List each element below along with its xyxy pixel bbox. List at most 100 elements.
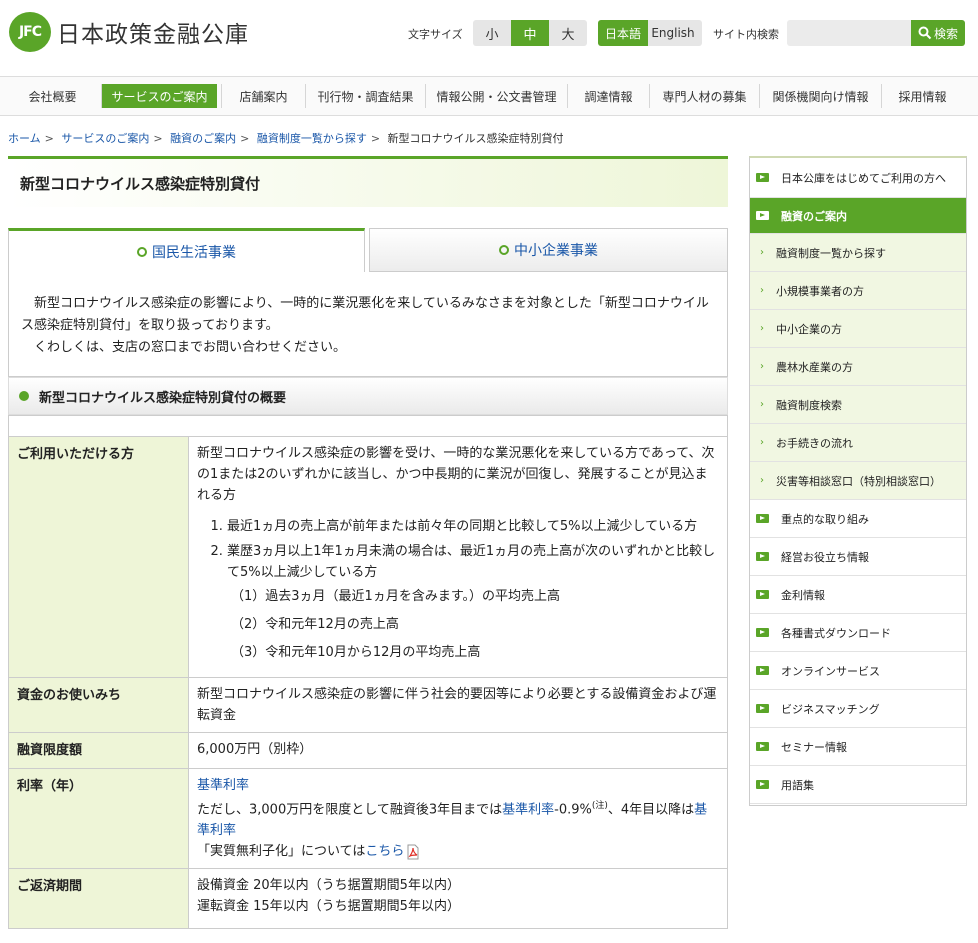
- row-value-eligibility: 新型コロナウイルス感染症の影響を受け、一時的な業況悪化を来している方であって、次…: [188, 436, 728, 678]
- side-nav-item[interactable]: セミナー情報: [750, 728, 966, 766]
- side-nav-item[interactable]: 各種書式ダウンロード: [750, 614, 966, 652]
- side-nav-label: 融資制度一覧から探す: [776, 246, 886, 260]
- breadcrumb-separator: >: [240, 132, 250, 145]
- rate-reduction: -0.9%: [554, 802, 592, 818]
- arrow-right-icon: [756, 704, 769, 713]
- row-label-use-of-funds: 資金のお使いみち: [8, 677, 189, 733]
- chevron-right-icon: ›: [760, 437, 764, 448]
- chevron-right-icon: ›: [760, 285, 764, 296]
- breadcrumb-loan-list[interactable]: 融資制度一覧から探す: [257, 132, 367, 145]
- note-marker: (注): [591, 801, 608, 811]
- side-nav-item[interactable]: オンラインサービス: [750, 652, 966, 690]
- row-label-eligibility: ご利用いただける方: [8, 436, 189, 678]
- side-nav-item[interactable]: 金利情報: [750, 576, 966, 614]
- breadcrumb-loans[interactable]: 融資のご案内: [170, 132, 236, 145]
- side-nav-label: 農林水産業の方: [776, 360, 853, 374]
- search-icon: [918, 26, 932, 40]
- breadcrumb: ホーム > サービスのご案内 > 融資のご案内 > 融資制度一覧から探す > 新型コロナ…: [8, 130, 564, 146]
- side-nav-item[interactable]: › 融資制度一覧から探す: [750, 234, 966, 272]
- side-nav-label: 各種書式ダウンロード: [781, 626, 891, 640]
- gnav-services[interactable]: サービスのご案内: [101, 84, 217, 108]
- language-japanese-button[interactable]: 日本語: [598, 20, 648, 46]
- gnav-careers[interactable]: 採用情報: [881, 84, 963, 108]
- tab-national-life[interactable]: 国民生活事業: [8, 228, 365, 272]
- eligibility-sub-1: （1）過去3ヵ月（最近1ヵ月を含みます。）の平均売上高: [231, 589, 561, 604]
- side-nav-item[interactable]: › 小規模事業者の方: [750, 272, 966, 310]
- side-nav-item[interactable]: › お手続きの流れ: [750, 424, 966, 462]
- gnav-partner-info[interactable]: 関係機関向け情報: [759, 84, 881, 108]
- global-nav: 会社概要 サービスのご案内 店舗案内 刊行物・調査結果 情報公開・公文書管理 調…: [0, 76, 978, 116]
- row-value-use-of-funds: 新型コロナウイルス感染症の影響に伴う社会的要因等により必要とする設備資金および運…: [188, 677, 728, 733]
- pdf-icon: [407, 844, 419, 860]
- side-nav-item[interactable]: › 中小企業の方: [750, 310, 966, 348]
- table-row: 利率（年） 基準利率 ただし、3,000万円を限度として融資後3年目までは基準利…: [8, 767, 728, 870]
- arrow-right-icon: [756, 742, 769, 751]
- arrow-right-icon: [756, 514, 769, 523]
- breadcrumb-services[interactable]: サービスのご案内: [61, 132, 149, 145]
- font-size-medium-button[interactable]: 中: [511, 20, 549, 46]
- row-value-loan-limit: 6,000万円（別枠）: [188, 732, 728, 769]
- gnav-disclosure[interactable]: 情報公開・公文書管理: [425, 84, 567, 108]
- side-nav-item[interactable]: 経営お役立ち情報: [750, 538, 966, 576]
- gnav-company[interactable]: 会社概要: [9, 84, 96, 108]
- eligibility-item-2-text: 業歴3ヵ月以上1年1ヵ月未満の場合は、最近1ヵ月の売上高が次のいずれかと比較して…: [227, 544, 716, 580]
- eligibility-sub-3: （3）令和元年10月から12月の平均売上高: [231, 645, 481, 660]
- arrow-right-icon: [756, 590, 769, 599]
- search-button[interactable]: 検索: [911, 20, 965, 46]
- table-row: 資金のお使いみち 新型コロナウイルス感染症の影響に伴う社会的要因等により必要とす…: [8, 677, 728, 733]
- chevron-right-icon: ›: [760, 361, 764, 372]
- language-english-button[interactable]: English: [648, 20, 698, 46]
- side-nav-item[interactable]: 日本公庫をはじめてご利用の方へ: [750, 158, 966, 198]
- side-nav-label: 災害等相談窓口（特別相談窓口）: [776, 474, 941, 488]
- tab-label: 国民生活事業: [152, 244, 236, 261]
- side-nav-label: 重点的な取り組み: [781, 512, 869, 526]
- side-nav-item[interactable]: 重点的な取り組み: [750, 500, 966, 538]
- table-row: ご利用いただける方 新型コロナウイルス感染症の影響を受け、一時的な業況悪化を来し…: [8, 436, 728, 678]
- eligibility-sub-2: （2）令和元年12月の売上高: [231, 617, 399, 632]
- rate-text: 、4年目以降は: [607, 802, 695, 818]
- gnav-branches[interactable]: 店舗案内: [221, 84, 305, 108]
- eligibility-item-2: 業歴3ヵ月以上1年1ヵ月未満の場合は、最近1ヵ月の売上高が次のいずれかと比較して…: [227, 541, 719, 667]
- side-nav-label: セミナー情報: [781, 740, 847, 754]
- side-nav: 日本公庫をはじめてご利用の方へ 融資のご案内 › 融資制度一覧から探す › 小規模事業者の…: [749, 156, 967, 806]
- side-nav-item[interactable]: ビジネスマッチング: [750, 690, 966, 728]
- gnav-publications[interactable]: 刊行物・調査結果: [305, 84, 425, 108]
- circle-bullet-icon: [499, 245, 509, 255]
- row-label-loan-limit: 融資限度額: [8, 732, 189, 769]
- intro-panel: 新型コロナウイルス感染症の影響により、一時的に業況悪化を来しているみなさまを対象…: [8, 271, 728, 377]
- side-nav-label: 経営お役立ち情報: [781, 550, 869, 564]
- search-input[interactable]: [787, 20, 911, 46]
- side-nav-label: ビジネスマッチング: [781, 702, 880, 716]
- side-nav-item[interactable]: 融資のご案内: [750, 198, 966, 234]
- breadcrumb-current: 新型コロナウイルス感染症特別貸付: [387, 132, 564, 145]
- side-nav-item[interactable]: 用語集: [750, 766, 966, 804]
- site-search-label: サイト内検索: [713, 28, 779, 41]
- bullet-icon: [19, 391, 29, 401]
- base-rate-link[interactable]: 基準利率: [197, 778, 249, 793]
- eligibility-text: 新型コロナウイルス感染症の影響を受け、一時的な業況悪化を来している方であって、次…: [197, 446, 715, 503]
- side-nav-label: オンラインサービス: [781, 664, 880, 678]
- interest-free-pdf-link[interactable]: こちら: [365, 844, 404, 859]
- logo[interactable]: JFC 日本政策金融公庫: [9, 12, 249, 52]
- gnav-procurement[interactable]: 調達情報: [567, 84, 649, 108]
- side-nav-label: 用語集: [781, 778, 814, 792]
- gnav-specialist-recruit[interactable]: 専門人材の募集: [649, 84, 759, 108]
- base-rate-link[interactable]: 基準利率: [502, 802, 554, 817]
- arrow-right-icon: [756, 780, 769, 789]
- eligibility-item-1: 最近1ヵ月の売上高が前年または前々年の同期と比較して5%以上減少している方: [227, 516, 719, 537]
- side-nav-item[interactable]: › 農林水産業の方: [750, 348, 966, 386]
- search-button-label: 検索: [933, 26, 958, 41]
- side-nav-label: 金利情報: [781, 588, 825, 602]
- font-size-switcher: 小 中 大: [473, 20, 587, 46]
- font-size-large-button[interactable]: 大: [549, 20, 587, 46]
- tab-sme[interactable]: 中小企業事業: [369, 228, 728, 272]
- row-value-repayment-period: 設備資金 20年以内（うち据置期間5年以内） 運転資金 15年以内（うち据置期間…: [188, 868, 728, 930]
- repayment-equipment: 設備資金 20年以内（うち据置期間5年以内）: [197, 878, 460, 894]
- section-heading: 新型コロナウイルス感染症特別貸付の概要: [8, 377, 728, 415]
- font-size-small-button[interactable]: 小: [473, 20, 511, 46]
- arrow-right-icon: [756, 628, 769, 637]
- breadcrumb-separator: >: [44, 132, 54, 145]
- side-nav-item[interactable]: › 災害等相談窓口（特別相談窓口）: [750, 462, 966, 500]
- side-nav-item[interactable]: › 融資制度検索: [750, 386, 966, 424]
- breadcrumb-home[interactable]: ホーム: [8, 132, 41, 145]
